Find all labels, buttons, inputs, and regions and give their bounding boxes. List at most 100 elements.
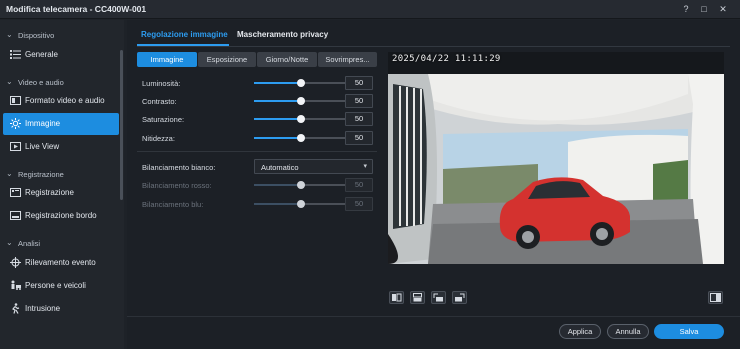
flip-horizontal-button[interactable] bbox=[410, 291, 425, 304]
red-balance-slider bbox=[254, 178, 348, 192]
help-button[interactable]: ? bbox=[680, 3, 692, 15]
section-label: Video e audio bbox=[18, 78, 64, 87]
tab-mascheramento-privacy[interactable]: Mascheramento privacy bbox=[237, 30, 328, 39]
brightness-icon bbox=[10, 118, 21, 129]
sidebar-scrollbar[interactable] bbox=[120, 50, 123, 200]
section-label: Analisi bbox=[18, 239, 41, 248]
section-label: Dispositivo bbox=[18, 31, 55, 40]
sidebar-item-registrazione-bordo[interactable]: Registrazione bordo bbox=[3, 205, 119, 227]
live-view-icon bbox=[10, 142, 21, 151]
sidebar-item-persone-veicoli[interactable]: Persone e veicoli bbox=[3, 275, 119, 297]
contrast-label: Contrasto: bbox=[142, 97, 177, 106]
event-detection-icon bbox=[10, 257, 21, 268]
subtab-esposizione[interactable]: Esposizione bbox=[198, 52, 256, 67]
sidebar-item-label: Rilevamento evento bbox=[25, 258, 96, 267]
sidebar-item-registrazione[interactable]: Registrazione bbox=[3, 182, 119, 204]
section-video-audio[interactable]: ⌄ Video e audio bbox=[0, 73, 120, 91]
close-button[interactable]: ✕ bbox=[717, 3, 729, 15]
chevron-down-icon: ⌄ bbox=[6, 30, 13, 39]
flip-vertical-button[interactable] bbox=[389, 291, 404, 304]
subtab-immagine[interactable]: Immagine bbox=[137, 52, 197, 67]
cancel-button[interactable]: Annulla bbox=[607, 324, 649, 339]
flip-horizontal-icon bbox=[413, 293, 422, 302]
red-balance-label: Bilanciamento rosso: bbox=[142, 181, 212, 190]
red-balance-value: 50 bbox=[345, 178, 373, 192]
white-balance-value: Automatico bbox=[261, 163, 299, 172]
sidebar-item-label: Registrazione bordo bbox=[25, 211, 97, 220]
subtab-sovrimpressione[interactable]: Sovrimpres... bbox=[318, 52, 377, 67]
slider-knob bbox=[297, 181, 305, 189]
chevron-down-icon: ⌄ bbox=[6, 77, 13, 86]
video-format-icon bbox=[10, 96, 21, 105]
brightness-value[interactable]: 50 bbox=[345, 76, 373, 90]
compare-view-button[interactable] bbox=[708, 291, 723, 304]
sidebar-item-live-view[interactable]: Live View bbox=[3, 136, 119, 158]
slider-knob[interactable] bbox=[297, 79, 305, 87]
sidebar-item-label: Live View bbox=[25, 142, 60, 151]
camera-scene bbox=[388, 74, 724, 264]
section-divider bbox=[137, 151, 377, 152]
section-dispositivo[interactable]: ⌄ Dispositivo bbox=[0, 26, 120, 44]
sidebar-item-label: Formato video e audio bbox=[25, 96, 105, 105]
chevron-down-icon: ⌄ bbox=[6, 238, 13, 247]
sidebar-item-generale[interactable]: Generale bbox=[3, 44, 119, 66]
saturation-slider[interactable] bbox=[254, 112, 348, 126]
rotate-right-button[interactable] bbox=[452, 291, 467, 304]
save-button[interactable]: Salva bbox=[654, 324, 724, 339]
rotate-left-button[interactable] bbox=[431, 291, 446, 304]
sidebar-item-immagine[interactable]: Immagine bbox=[3, 113, 119, 135]
slider-knob[interactable] bbox=[297, 97, 305, 105]
recording-icon bbox=[10, 188, 21, 197]
title-bar: Modifica telecamera - CC400W-001 ? □ ✕ bbox=[0, 0, 740, 19]
sidebar-item-label: Persone e veicoli bbox=[25, 281, 86, 290]
slider-knob[interactable] bbox=[297, 134, 305, 142]
sidebar-item-label: Generale bbox=[25, 50, 58, 59]
tab-divider bbox=[137, 46, 730, 47]
subtab-giorno-notte[interactable]: Giorno/Notte bbox=[257, 52, 317, 67]
white-balance-select[interactable]: Automatico ▾ bbox=[254, 159, 373, 174]
sidebar-item-formato[interactable]: Formato video e audio bbox=[3, 90, 119, 112]
chevron-down-icon: ▾ bbox=[363, 163, 367, 170]
sidebar: ⌄ Dispositivo Generale ⌄ Video e audio F… bbox=[0, 20, 124, 349]
camera-preview: 2025/04/22 11:11:29 bbox=[388, 52, 724, 264]
window-title: Modifica telecamera - CC400W-001 bbox=[6, 4, 147, 14]
sidebar-item-label: Registrazione bbox=[25, 188, 74, 197]
sidebar-item-label: Immagine bbox=[25, 119, 61, 128]
rotate-right-icon bbox=[455, 293, 465, 302]
brightness-slider[interactable] bbox=[254, 76, 348, 90]
blue-balance-slider bbox=[254, 197, 348, 211]
camera-feed-image bbox=[388, 74, 724, 264]
sidebar-item-intrusione[interactable]: Intrusione bbox=[3, 298, 119, 320]
sharpness-slider[interactable] bbox=[254, 131, 348, 145]
saturation-value[interactable]: 50 bbox=[345, 112, 373, 126]
tab-regolazione-immagine[interactable]: Regolazione immagine bbox=[141, 30, 228, 39]
sharpness-label: Nitidezza: bbox=[142, 134, 175, 143]
saturation-label: Saturazione: bbox=[142, 115, 185, 124]
main-panel: Regolazione immagine Mascheramento priva… bbox=[127, 20, 740, 349]
sidebar-item-label: Intrusione bbox=[25, 304, 61, 313]
contrast-slider[interactable] bbox=[254, 94, 348, 108]
footer-divider bbox=[127, 316, 740, 317]
maximize-button[interactable]: □ bbox=[698, 3, 710, 15]
contrast-value[interactable]: 50 bbox=[345, 94, 373, 108]
people-vehicles-icon bbox=[11, 280, 21, 290]
white-balance-label: Bilanciamento bianco: bbox=[142, 163, 216, 172]
section-analisi[interactable]: ⌄ Analisi bbox=[0, 234, 120, 252]
list-icon bbox=[10, 50, 21, 59]
slider-knob bbox=[297, 200, 305, 208]
edge-recording-icon bbox=[10, 211, 21, 220]
compare-view-icon bbox=[710, 293, 721, 302]
blue-balance-value: 50 bbox=[345, 197, 373, 211]
section-registrazione[interactable]: ⌄ Registrazione bbox=[0, 165, 120, 183]
section-label: Registrazione bbox=[18, 170, 64, 179]
brightness-label: Luminosità: bbox=[142, 79, 181, 88]
slider-knob[interactable] bbox=[297, 115, 305, 123]
apply-button[interactable]: Applica bbox=[559, 324, 601, 339]
blue-balance-label: Bilanciamento blu: bbox=[142, 200, 204, 209]
intrusion-icon bbox=[12, 303, 20, 314]
sharpness-value[interactable]: 50 bbox=[345, 131, 373, 145]
chevron-down-icon: ⌄ bbox=[6, 169, 13, 178]
flip-vertical-icon bbox=[392, 293, 402, 302]
sidebar-item-rilevamento[interactable]: Rilevamento evento bbox=[3, 252, 119, 274]
rotate-left-icon bbox=[433, 293, 443, 302]
